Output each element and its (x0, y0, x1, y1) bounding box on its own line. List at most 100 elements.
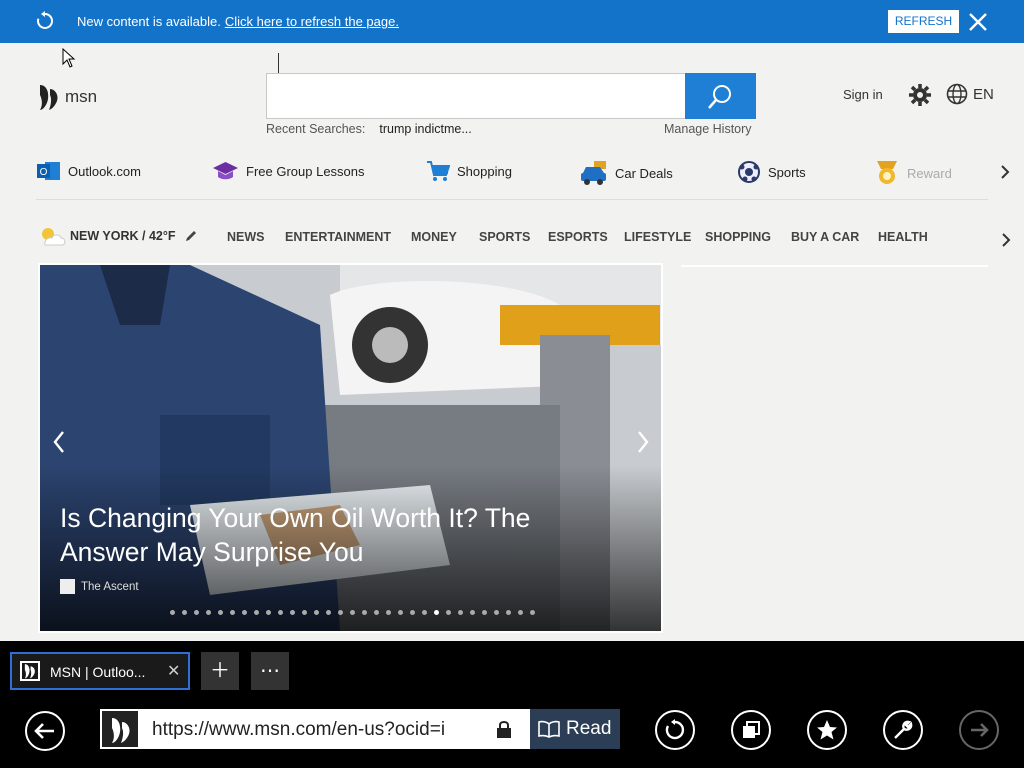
language-selector[interactable]: EN (946, 83, 994, 105)
chevron-right-icon[interactable] (1000, 232, 1012, 248)
carousel-dot[interactable] (350, 610, 355, 615)
nav-esports[interactable]: ESPORTS (548, 230, 608, 244)
carousel-dot[interactable] (242, 610, 247, 615)
notification-bar: New content is available. Click here to r… (0, 0, 1024, 43)
recent-label: Recent Searches: (266, 122, 366, 136)
nav-shopping[interactable]: SHOPPING (705, 230, 771, 244)
close-tab-icon[interactable]: ✕ (167, 661, 180, 681)
quick-link-sports[interactable]: Sports (737, 160, 806, 184)
carousel-dot[interactable] (494, 610, 499, 615)
carousel-dot[interactable] (194, 610, 199, 615)
carousel-dot[interactable] (290, 610, 295, 615)
language-label: EN (973, 85, 994, 103)
carousel-dot[interactable] (530, 610, 535, 615)
tab-title: MSN | Outloo... (50, 664, 146, 680)
carousel-dot[interactable] (386, 610, 391, 615)
hero-carousel[interactable]: Is Changing Your Own Oil Worth It? The A… (38, 263, 663, 633)
carousel-dot[interactable] (278, 610, 283, 615)
carousel-dot[interactable] (254, 610, 259, 615)
carousel-dot[interactable] (182, 610, 187, 615)
nav-lifestyle[interactable]: LIFESTYLE (624, 230, 691, 244)
carousel-dot[interactable] (374, 610, 379, 615)
address-bar[interactable]: https://www.msn.com/en-us?ocid=i Read (100, 709, 620, 749)
carousel-dot[interactable] (170, 610, 175, 615)
text-cursor (278, 53, 279, 73)
divider (36, 199, 988, 200)
quick-link-outlook[interactable]: O Outlook.com (37, 160, 141, 182)
tabs-icon (743, 721, 760, 738)
search-input[interactable] (266, 73, 756, 119)
favorites-button[interactable] (807, 710, 847, 750)
carousel-dots (170, 610, 542, 615)
quick-links-bar: O Outlook.com Free Group Lessons Shoppin… (0, 148, 1024, 198)
butterfly-icon (112, 718, 130, 743)
quick-link-free-group-lessons[interactable]: Free Group Lessons (212, 160, 365, 182)
read-label: Read (566, 718, 612, 739)
chevron-right-icon[interactable] (999, 164, 1011, 180)
carousel-dot[interactable] (314, 610, 319, 615)
nav-entertainment[interactable]: ENTERTAINMENT (285, 230, 391, 244)
pencil-icon[interactable] (184, 229, 198, 243)
manage-history-link[interactable]: Manage History (664, 122, 752, 136)
nav-buy-a-car[interactable]: BUY A CAR (791, 230, 859, 244)
mouse-cursor-icon (62, 48, 76, 68)
search-button[interactable] (685, 73, 756, 119)
more-options-button[interactable]: ⋯ (251, 652, 289, 690)
hero-headline[interactable]: Is Changing Your Own Oil Worth It? The A… (60, 501, 600, 569)
refresh-button[interactable] (655, 710, 695, 750)
carousel-dot[interactable] (338, 610, 343, 615)
refresh-icon[interactable] (35, 11, 55, 31)
nav-news[interactable]: NEWS (227, 230, 265, 244)
carousel-dot[interactable] (470, 610, 475, 615)
msn-logo[interactable]: msn (37, 83, 97, 111)
chevron-left-icon[interactable] (48, 427, 70, 457)
nav-money[interactable]: MONEY (411, 230, 457, 244)
sign-in-link[interactable]: Sign in (843, 87, 883, 102)
refresh-button[interactable]: REFRESH (888, 10, 959, 33)
lock-icon (497, 721, 511, 738)
carousel-dot[interactable] (506, 610, 511, 615)
back-icon[interactable] (24, 710, 66, 752)
carousel-dot[interactable] (398, 610, 403, 615)
carousel-dot[interactable] (230, 610, 235, 615)
quick-link-label: Sports (768, 164, 806, 180)
browser-tab[interactable]: MSN | Outloo... ✕ (10, 652, 190, 690)
gear-icon[interactable] (908, 83, 932, 107)
quick-link-label: Shopping (457, 163, 512, 179)
url-text[interactable]: https://www.msn.com/en-us?ocid=i (152, 719, 482, 741)
carousel-dot[interactable] (266, 610, 271, 615)
carousel-dot[interactable] (326, 610, 331, 615)
quick-link-shopping[interactable]: Shopping (426, 160, 512, 182)
weather-widget[interactable]: NEW YORK / 42°F (38, 225, 198, 247)
reading-view-button[interactable]: Read (530, 709, 620, 749)
carousel-dot[interactable] (434, 610, 439, 615)
nav-sports[interactable]: SPORTS (479, 230, 530, 244)
carousel-dot[interactable] (362, 610, 367, 615)
carousel-dot[interactable] (458, 610, 463, 615)
quick-link-reward[interactable]: Reward (874, 160, 952, 186)
carousel-dot[interactable] (206, 610, 211, 615)
carousel-dot[interactable] (446, 610, 451, 615)
carousel-dot[interactable] (482, 610, 487, 615)
nav-health[interactable]: HEALTH (878, 230, 928, 244)
carousel-dot[interactable] (518, 610, 523, 615)
refresh-link[interactable]: Click here to refresh the page. (225, 14, 399, 29)
carousel-dot[interactable] (302, 610, 307, 615)
butterfly-icon (40, 85, 58, 110)
forward-button[interactable] (959, 710, 999, 750)
tabs-button[interactable] (731, 710, 771, 750)
quick-link-label: Car Deals (615, 165, 673, 181)
quick-link-car-deals[interactable]: Car Deals (580, 160, 673, 186)
close-icon[interactable] (966, 10, 990, 34)
carousel-dot[interactable] (410, 610, 415, 615)
tools-button[interactable] (883, 710, 923, 750)
chevron-right-icon[interactable] (632, 427, 654, 457)
header: msn Recent Searches: trump indictme... Ma… (0, 43, 1024, 143)
recent-search-item[interactable]: trump indictme... (379, 122, 471, 136)
svg-text:O: O (40, 167, 48, 178)
new-tab-button[interactable]: ＋ (201, 652, 239, 690)
category-nav: NEW YORK / 42°F NEWS ENTERTAINMENT MONEY… (0, 222, 1024, 252)
carousel-dot[interactable] (422, 610, 427, 615)
quick-link-label: Outlook.com (68, 163, 141, 179)
carousel-dot[interactable] (218, 610, 223, 615)
